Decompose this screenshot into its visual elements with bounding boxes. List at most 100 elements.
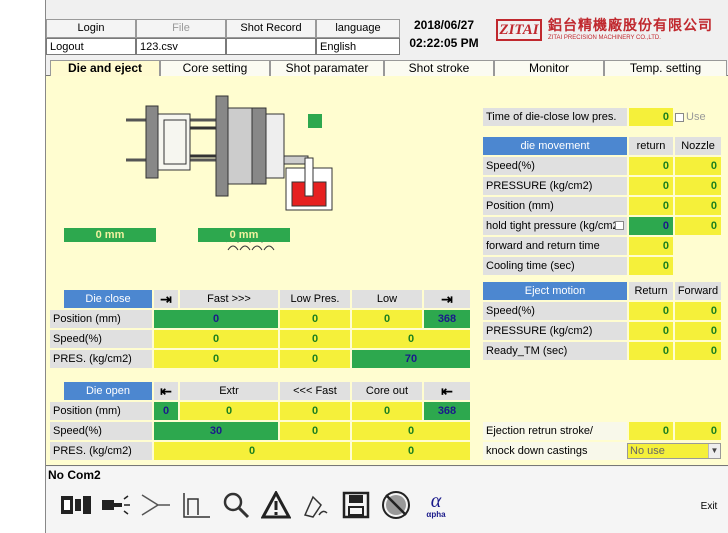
die-movement-return-value[interactable]: 0 (629, 217, 673, 235)
hold-tight-checkbox[interactable] (615, 221, 624, 230)
logout-button[interactable]: Logout (46, 38, 136, 55)
injector-icon[interactable] (98, 487, 134, 523)
die-open-position-extr[interactable]: 0 (180, 402, 278, 420)
tab-die-and-eject[interactable]: Die and eject (50, 60, 160, 76)
die-movement-return-value[interactable]: 0 (629, 177, 673, 195)
file-name-field[interactable]: 123.csv (136, 38, 226, 55)
die-close-position-fast[interactable]: 0 (154, 310, 278, 328)
die-close-position-end[interactable]: 368 (424, 310, 470, 328)
die-position-right: 0 mm (198, 228, 290, 242)
die-close-position-lowpres[interactable]: 0 (280, 310, 350, 328)
use-checkbox[interactable]: Use (675, 108, 725, 126)
funnel-icon[interactable] (138, 487, 174, 523)
die-close-col-low: Low (352, 290, 422, 308)
die-close-pres-lowpres[interactable]: 0 (280, 350, 350, 368)
die-open-col-extr: Extr (180, 382, 278, 400)
use-checkbox-box[interactable] (675, 112, 684, 122)
eject-return-value[interactable]: 0 (629, 342, 673, 360)
chevron-down-icon[interactable]: ▼ (708, 444, 720, 458)
die-movement-row-label: forward and return time (483, 237, 627, 255)
pen-icon[interactable] (298, 487, 334, 523)
die-close-speed-fast[interactable]: 0 (154, 330, 278, 348)
die-open-speed-core[interactable]: 0 (352, 422, 470, 440)
die-movement-return-value[interactable]: 0 (629, 157, 673, 175)
tab-monitor[interactable]: Monitor (494, 60, 604, 76)
die-close-speed-lowpres[interactable]: 0 (280, 330, 350, 348)
die-close-speed-low[interactable]: 0 (352, 330, 470, 348)
die-close-speed-label: Speed(%) (50, 330, 152, 348)
machine-icon[interactable] (58, 487, 94, 523)
die-close-pres-label: PRES. (kg/cm2) (50, 350, 152, 368)
language-button[interactable]: language (316, 19, 400, 38)
die-close-low-pres-label: Time of die-close low pres. (483, 108, 627, 126)
eject-forward-value[interactable]: 0 (675, 302, 721, 320)
die-open-position-fast[interactable]: 0 (280, 402, 350, 420)
status-text: No Com2 (48, 468, 101, 482)
time-text: 02:22:05 PM (409, 36, 479, 50)
die-casting-machine-diagram (126, 95, 333, 251)
die-movement-nozzle-value[interactable]: 0 (675, 197, 721, 215)
die-movement-row-label: Cooling time (sec) (483, 257, 627, 275)
shot-record-button[interactable]: Shot Record (226, 19, 316, 38)
tab-core-setting[interactable]: Core setting (160, 60, 270, 76)
no-fan-icon[interactable] (378, 487, 414, 523)
ejection-retrun-stroke-b[interactable]: 0 (675, 422, 721, 440)
die-movement-return-value[interactable]: 0 (629, 237, 673, 255)
company-logo: ZITAI 鋁台精機廠股份有限公司 ZITAI PRECISION MACHIN… (496, 17, 716, 47)
exit-button[interactable]: Exit (693, 493, 725, 521)
eject-col-forward: Forward (675, 282, 721, 300)
die-open-pres-extr[interactable]: 0 (154, 442, 350, 460)
die-movement-nozzle-value[interactable]: 0 (675, 157, 721, 175)
die-close-pres-low[interactable]: 70 (352, 350, 470, 368)
eject-row-label: Ready_TM (sec) (483, 342, 627, 360)
die-open-position-end[interactable]: 368 (424, 402, 470, 420)
top-bar: Login File Shot Record language Logout 1… (46, 15, 728, 55)
die-movement-nozzle-value[interactable]: 0 (675, 177, 721, 195)
die-movement-row-label: Position (mm) (483, 197, 627, 215)
knock-down-castings-value: No use (630, 445, 665, 457)
blank-field (226, 38, 316, 55)
logo-chinese-text: 鋁台精機廠股份有限公司 (548, 17, 713, 33)
die-open-col-core: Core out (352, 382, 422, 400)
die-close-position-low[interactable]: 0 (352, 310, 422, 328)
die-movement-row-label: hold tight pressure (kg/cm2 (483, 217, 627, 235)
die-movement-row-label: PRESSURE (kg/cm2) (483, 177, 627, 195)
eject-forward-value[interactable]: 0 (675, 342, 721, 360)
die-open-speed-fast[interactable]: 0 (280, 422, 350, 440)
ejection-retrun-stroke-a[interactable]: 0 (629, 422, 673, 440)
die-movement-row-label: Speed(%) (483, 157, 627, 175)
alpha-icon[interactable]: α αpha (418, 487, 454, 523)
eject-col-return: Return (629, 282, 673, 300)
tab-temp-setting[interactable]: Temp. setting (604, 60, 727, 76)
eject-forward-value[interactable]: 0 (675, 322, 721, 340)
tab-shot-paramater[interactable]: Shot paramater (270, 60, 384, 76)
eject-row-label: Speed(%) (483, 302, 627, 320)
bottom-bar: No Com2 α αpha Exit (46, 467, 728, 533)
disk-icon[interactable] (338, 487, 374, 523)
die-movement-return-value[interactable]: 0 (629, 197, 673, 215)
file-button[interactable]: File (136, 19, 226, 38)
die-close-header: Die close (64, 290, 152, 308)
login-button[interactable]: Login (46, 19, 136, 38)
warning-icon[interactable] (258, 487, 294, 523)
die-open-position-start[interactable]: 0 (154, 402, 178, 420)
language-select[interactable]: English (316, 38, 400, 55)
die-open-pres-core[interactable]: 0 (352, 442, 470, 460)
die-close-col-lowpres: Low Pres. (280, 290, 350, 308)
die-open-position-core[interactable]: 0 (352, 402, 422, 420)
eject-return-value[interactable]: 0 (629, 302, 673, 320)
alpha-text: αpha (426, 509, 446, 519)
tab-shot-stroke[interactable]: Shot stroke (384, 60, 494, 76)
die-movement-col-nozzle: Nozzle (675, 137, 721, 155)
die-movement-nozzle-value[interactable]: 0 (675, 217, 721, 235)
die-open-speed-extr[interactable]: 30 (154, 422, 278, 440)
eject-return-value[interactable]: 0 (629, 322, 673, 340)
die-close-pres-fast[interactable]: 0 (154, 350, 278, 368)
curve-icon[interactable] (178, 487, 214, 523)
die-close-low-pres-value[interactable]: 0 (629, 108, 673, 126)
search-icon[interactable] (218, 487, 254, 523)
die-movement-return-value[interactable]: 0 (629, 257, 673, 275)
die-open-position-label: Position (mm) (50, 402, 152, 420)
knock-down-castings-select[interactable]: No use ▼ (627, 443, 721, 459)
hold-tight-pressure-label: hold tight pressure (kg/cm2 (486, 220, 619, 232)
